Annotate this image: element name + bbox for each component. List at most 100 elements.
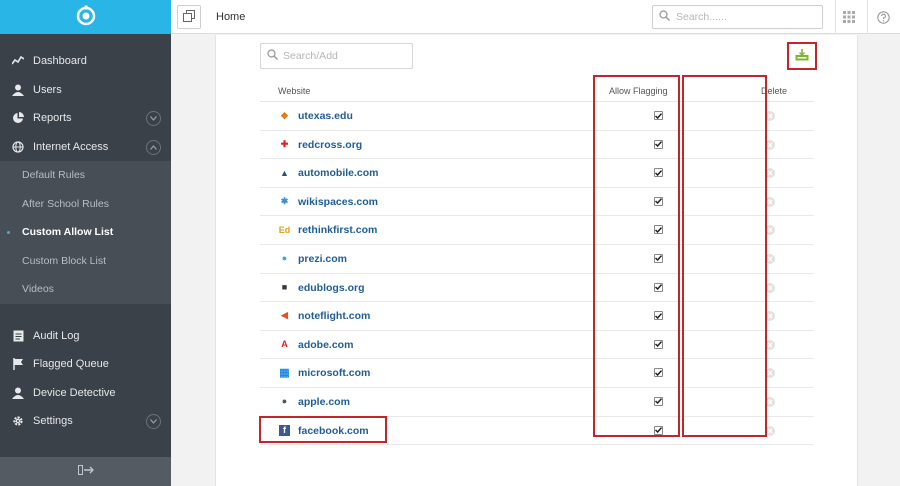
flag-icon [12,358,24,371]
sidebar-item-label: Default Rules [22,169,86,182]
site-favicon-icon: ● [281,396,288,407]
sidebar-item-reports[interactable]: Reports [0,104,171,133]
column-header-website[interactable]: Website [278,86,310,96]
table-row: ■ edublogs.org [260,274,814,303]
delete-icon[interactable] [765,253,775,264]
main-content: Search/Add Website Allow Flagging Delete… [171,35,900,486]
delete-icon[interactable] [765,339,775,350]
sidebar-item-custom-block-list[interactable]: Custom Block List [0,247,171,276]
allow-flagging-checkbox[interactable] [654,396,663,406]
sidebar-item-settings[interactable]: Settings [0,407,171,436]
sidebar-item-after-school-rules[interactable]: After School Rules [0,190,171,219]
site-link[interactable]: rethinkfirst.com [298,224,377,236]
site-favicon-icon: A [281,339,288,350]
delete-icon[interactable] [765,196,775,207]
header-search-input[interactable]: Search...... [652,5,823,29]
delete-icon[interactable] [765,396,775,407]
download-icon [795,48,809,64]
sidebar-item-label: After School Rules [22,197,109,210]
page-title: Home [216,11,246,23]
delete-icon[interactable] [765,139,775,150]
sidebar-item-label: Audit Log [33,329,80,342]
delete-icon[interactable] [765,282,775,293]
site-link[interactable]: edublogs.org [298,282,365,294]
site-favicon-icon: ◆ [281,110,288,120]
header-divider [835,0,836,34]
site-link[interactable]: automobile.com [298,167,379,179]
allow-flagging-checkbox[interactable] [654,196,663,206]
allow-flagging-checkbox[interactable] [654,111,663,120]
site-link[interactable]: prezi.com [298,253,347,265]
allow-flagging-checkbox[interactable] [654,311,663,321]
column-header-allow-flagging[interactable]: Allow Flagging [609,86,668,96]
site-link[interactable]: noteflight.com [298,310,370,322]
search-add-input[interactable]: Search/Add [260,43,413,69]
site-link[interactable]: redcross.org [298,139,362,151]
site-favicon-icon: f [279,424,290,436]
search-add-placeholder: Search/Add [283,50,338,62]
sidebar-footer [0,457,171,486]
delete-icon[interactable] [765,425,775,436]
table-row: ▲ automobile.com [260,159,814,188]
sidebar-item-default-rules[interactable]: Default Rules [0,161,171,190]
user-icon [12,387,24,399]
site-link[interactable]: utexas.edu [298,110,353,122]
site-link[interactable]: apple.com [298,396,350,408]
sidebar-item-device-detective[interactable]: Device Detective [0,379,171,408]
allow-flagging-checkbox[interactable] [654,282,663,292]
sidebar: Dashboard Users Reports Internet Access … [0,0,171,486]
chevron-down-icon[interactable] [146,111,161,126]
collapse-sidebar-icon[interactable] [77,465,94,478]
allow-flagging-checkbox[interactable] [654,368,663,378]
table-row: Ed rethinkfirst.com [260,216,814,245]
sidebar-item-label: Flagged Queue [33,358,109,371]
chevron-down-icon[interactable] [146,414,161,429]
internet-access-submenu: Default Rules After School Rules Custom … [0,161,171,304]
allow-flagging-checkbox[interactable] [654,253,663,263]
download-button[interactable] [787,42,817,70]
table-row: ● prezi.com [260,245,814,274]
site-favicon-icon: ● [281,253,288,264]
site-link[interactable]: facebook.com [298,425,369,437]
table-row: f facebook.com [260,417,814,446]
sidebar-nav: Dashboard Users Reports Internet Access … [0,34,171,436]
logo-bar [0,0,171,34]
delete-icon[interactable] [765,168,775,179]
sidebar-item-label: Custom Block List [22,254,107,267]
sidebar-item-label: Internet Access [33,140,109,153]
allow-flagging-checkbox[interactable] [654,139,663,149]
sidebar-item-internet-access[interactable]: Internet Access [0,133,171,162]
allow-flagging-checkbox[interactable] [654,425,663,435]
header-search-placeholder: Search...... [676,11,727,23]
logo-icon[interactable] [75,5,97,30]
sidebar-item-flagged-queue[interactable]: Flagged Queue [0,350,171,379]
apps-grid-icon[interactable] [841,9,857,25]
site-link[interactable]: microsoft.com [298,367,370,379]
site-link[interactable]: adobe.com [298,339,353,351]
sidebar-item-users[interactable]: Users [0,76,171,105]
pie-chart-icon [12,112,24,124]
sidebar-item-videos[interactable]: Videos [0,275,171,304]
sidebar-item-custom-allow-list[interactable]: Custom Allow List [0,218,171,247]
delete-icon[interactable] [765,311,775,322]
column-header-delete: Delete [761,86,788,96]
allow-flagging-checkbox[interactable] [654,168,663,178]
site-favicon-icon: ✚ [280,138,289,149]
sidebar-item-dashboard[interactable]: Dashboard [0,47,171,76]
site-link[interactable]: wikispaces.com [298,196,378,208]
search-icon [267,49,278,63]
allow-flagging-checkbox[interactable] [654,339,663,349]
sidebar-item-label: Users [33,83,62,96]
delete-icon[interactable] [765,225,775,236]
help-icon[interactable] [875,9,891,25]
site-favicon-icon: Ed [278,224,291,235]
sidebar-nav-secondary: Audit Log Flagged Queue Device Detective… [0,322,171,436]
top-header: Home Search...... [171,0,900,34]
allow-flagging-checkbox[interactable] [654,225,663,235]
delete-icon[interactable] [765,368,775,379]
sidebar-item-audit-log[interactable]: Audit Log [0,322,171,351]
table-row: ▦ microsoft.com [260,359,814,388]
delete-icon[interactable] [765,111,775,121]
window-toggle-button[interactable] [177,5,201,29]
chevron-up-icon[interactable] [146,139,161,155]
